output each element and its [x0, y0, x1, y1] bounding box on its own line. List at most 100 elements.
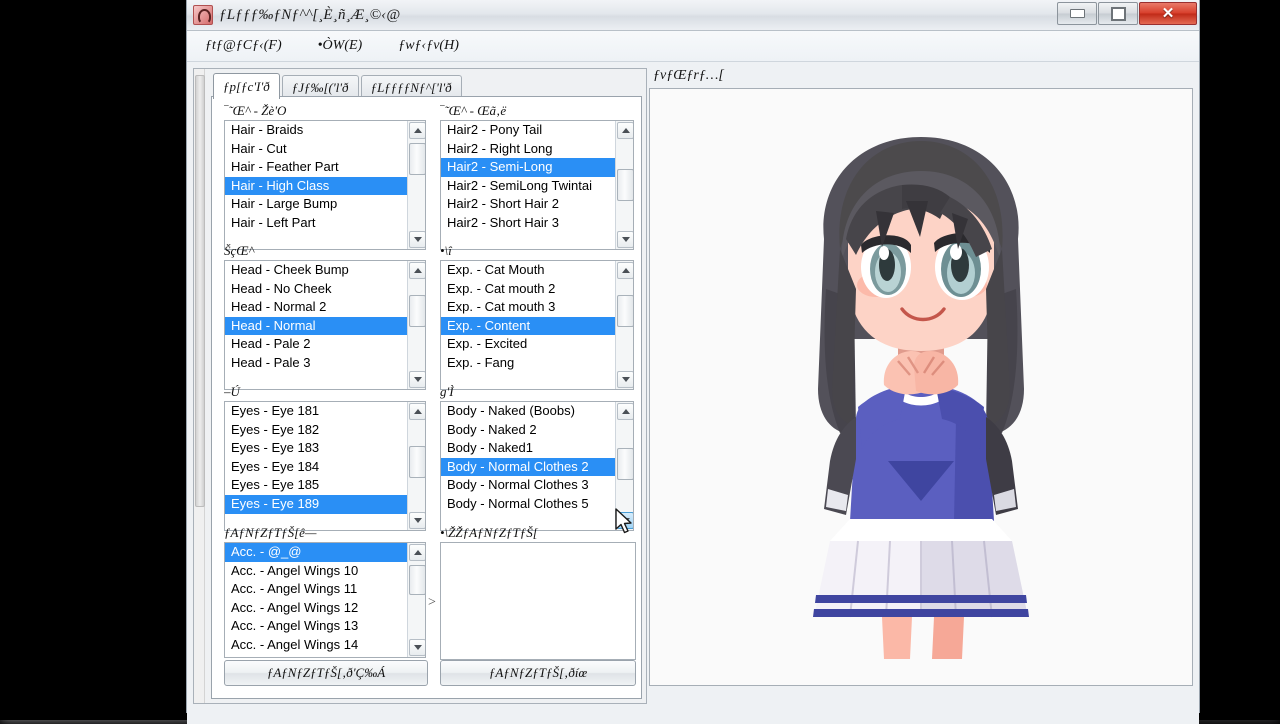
list-item[interactable]: Acc. - Angel Wings 13 [225, 617, 408, 636]
list-item[interactable]: Hair2 - Pony Tail [441, 121, 616, 140]
scrollbar-thumb[interactable] [409, 565, 425, 595]
list-item[interactable]: Hair2 - SemiLong Twintai [441, 177, 616, 196]
scrollbar-thumb[interactable] [617, 295, 633, 327]
menu-item-file[interactable]: ƒtƒ@ƒCƒ‹(F) [201, 36, 286, 56]
panel-scrollbar-thumb[interactable] [195, 75, 205, 507]
tab-parts-select[interactable]: ƒp[ƒc'I'ð [213, 73, 280, 99]
list-item[interactable]: Eyes - Eye 184 [225, 458, 408, 477]
scrollbar-thumb[interactable] [617, 169, 633, 201]
add-accessory-button[interactable]: ƒAƒNƒZƒTƒŠ[‚ð'Ç‰Á [224, 660, 428, 686]
list-item[interactable]: Hair - Braids [225, 121, 408, 140]
group-eyes: –Ú Eyes - Eye 181 Eyes - Eye 182 Eyes - … [224, 384, 426, 531]
list-item[interactable]: Head - Pale 3 [225, 354, 408, 373]
scroll-down-button[interactable] [409, 639, 425, 656]
scrollbar-thumb[interactable] [617, 448, 633, 480]
list-item[interactable]: Head - Cheek Bump [225, 261, 408, 280]
listbox-head[interactable]: Head - Cheek Bump Head - No Cheek Head -… [224, 260, 426, 390]
listbox-scrollbar[interactable] [615, 261, 633, 389]
list-item[interactable]: Exp. - Cat mouth 2 [441, 280, 616, 299]
remove-accessory-button[interactable]: ƒAƒNƒZƒTƒŠ[‚ðíœ [440, 660, 636, 686]
list-item-selected[interactable]: Hair - High Class [225, 176, 408, 196]
listbox-selected-accessories[interactable] [440, 542, 636, 660]
listbox-scrollbar[interactable] [407, 261, 425, 389]
list-item[interactable]: Acc. - Angel Wings 11 [225, 580, 408, 599]
eye-left [861, 235, 911, 298]
list-item[interactable]: Acc. - Angel Wings 12 [225, 599, 408, 618]
list-item[interactable]: Head - Pale 2 [225, 335, 408, 354]
hands [883, 351, 959, 395]
listbox-items: Exp. - Cat Mouth Exp. - Cat mouth 2 Exp.… [441, 261, 616, 389]
scroll-up-button[interactable] [409, 262, 425, 279]
listbox-scrollbar[interactable] [615, 121, 633, 249]
group-hair-back: ‾˜Œ^ - Œã‚ë Hair2 - Pony Tail Hair2 - Ri… [440, 103, 634, 250]
scroll-up-button[interactable] [409, 403, 425, 420]
list-item[interactable]: Hair - Left Part [225, 214, 408, 233]
list-item[interactable]: Eyes - Eye 182 [225, 421, 408, 440]
menu-item-edit[interactable]: •ÒW(E) [314, 36, 367, 56]
minimize-button[interactable] [1057, 2, 1097, 25]
scrollbar-thumb[interactable] [409, 143, 425, 175]
list-item[interactable]: Exp. - Fang [441, 354, 616, 373]
preview-panel: ƒvƒŒƒrƒ…[ [649, 68, 1193, 718]
scrollbar-thumb[interactable] [409, 295, 425, 327]
mouse-cursor-icon [615, 508, 632, 534]
scroll-up-button[interactable] [617, 122, 633, 139]
listbox-hair-front[interactable]: Hair - Braids Hair - Cut Hair - Feather … [224, 120, 426, 250]
title-bar[interactable]: ƒLƒƒƒ‰ƒNƒ^^[¸È¸ñ¸Æ¸©‹@ ✕ [187, 0, 1199, 31]
list-item-selected[interactable]: Exp. - Content [441, 316, 616, 336]
character-preview-box[interactable] [649, 88, 1193, 686]
list-item[interactable]: Exp. - Cat Mouth [441, 261, 616, 280]
listbox-expression[interactable]: Exp. - Cat Mouth Exp. - Cat mouth 2 Exp.… [440, 260, 634, 390]
list-item-selected[interactable]: Acc. - @_@ [225, 543, 408, 562]
list-item[interactable]: Eyes - Eye 181 [225, 402, 408, 421]
list-item[interactable]: Exp. - Cat mouth 3 [441, 298, 616, 317]
listbox-scrollbar[interactable] [407, 402, 425, 530]
maximize-button[interactable] [1098, 2, 1138, 25]
list-item[interactable]: Body - Naked 2 [441, 421, 616, 440]
list-item[interactable]: Acc. - Angel Wings 14 [225, 636, 408, 655]
skirt-stripe-upper [815, 595, 1027, 603]
listbox-eyes[interactable]: Eyes - Eye 181 Eyes - Eye 182 Eyes - Eye… [224, 401, 426, 531]
list-item-selected[interactable]: Hair2 - Semi-Long [441, 158, 616, 177]
transfer-right-arrow-icon[interactable]: > [428, 595, 436, 611]
list-item-selected[interactable]: Eyes - Eye 189 [225, 494, 408, 514]
group-selected-accessories: •\ŽŽƒAƒNƒZƒTƒŠ[ [440, 525, 636, 660]
scroll-up-button[interactable] [409, 544, 425, 561]
group-label-head: ŠçŒ^ [224, 243, 255, 258]
list-item[interactable]: Hair - Large Bump [225, 195, 408, 214]
scroll-up-button[interactable] [409, 122, 425, 139]
list-item-selected[interactable]: Head - Normal [225, 316, 408, 336]
list-item[interactable]: Hair2 - Right Long [441, 140, 616, 159]
scroll-up-button[interactable] [617, 262, 633, 279]
listbox-accessories[interactable]: Acc. - @_@ Acc. - Angel Wings 10 Acc. - … [224, 542, 426, 658]
listbox-hair-back[interactable]: Hair2 - Pony Tail Hair2 - Right Long Hai… [440, 120, 634, 250]
list-item[interactable]: Body - Normal Clothes 5 [441, 495, 616, 514]
listbox-body[interactable]: Body - Naked (Boobs) Body - Naked 2 Body… [440, 401, 634, 531]
list-item-selected[interactable]: Body - Normal Clothes 2 [441, 457, 616, 477]
list-item[interactable]: Acc. - Angel Wings 10 [225, 562, 408, 581]
scroll-up-button[interactable] [617, 403, 633, 420]
list-item[interactable]: Eyes - Eye 183 [225, 439, 408, 458]
panel-vertical-scrollbar[interactable] [194, 69, 205, 703]
arrow-up-icon [621, 268, 630, 273]
list-item[interactable]: Exp. - Excited [441, 335, 616, 354]
list-item[interactable]: Body - Naked1 [441, 439, 616, 458]
list-item[interactable]: Body - Naked (Boobs) [441, 402, 616, 421]
list-item[interactable]: Hair2 - Short Hair 3 [441, 214, 616, 233]
list-item[interactable]: Head - No Cheek [225, 280, 408, 299]
list-item[interactable]: Head - Normal 2 [225, 298, 408, 317]
listbox-scrollbar[interactable] [407, 121, 425, 249]
list-item[interactable]: Hair - Feather Part [225, 158, 408, 177]
arrow-down-icon [413, 518, 422, 523]
list-item[interactable]: Hair2 - Short Hair 2 [441, 195, 616, 214]
group-label-body: g'Ì [440, 384, 454, 399]
scrollbar-thumb[interactable] [409, 446, 425, 478]
skirt-waistband [830, 519, 1012, 541]
maximize-icon [1110, 6, 1126, 21]
listbox-scrollbar[interactable] [407, 543, 425, 657]
list-item[interactable]: Body - Normal Clothes 3 [441, 476, 616, 495]
list-item[interactable]: Hair - Cut [225, 140, 408, 159]
menu-item-help[interactable]: ƒwƒ‹ƒv(H) [394, 36, 463, 56]
close-button[interactable]: ✕ [1139, 2, 1197, 25]
list-item[interactable]: Eyes - Eye 185 [225, 476, 408, 495]
